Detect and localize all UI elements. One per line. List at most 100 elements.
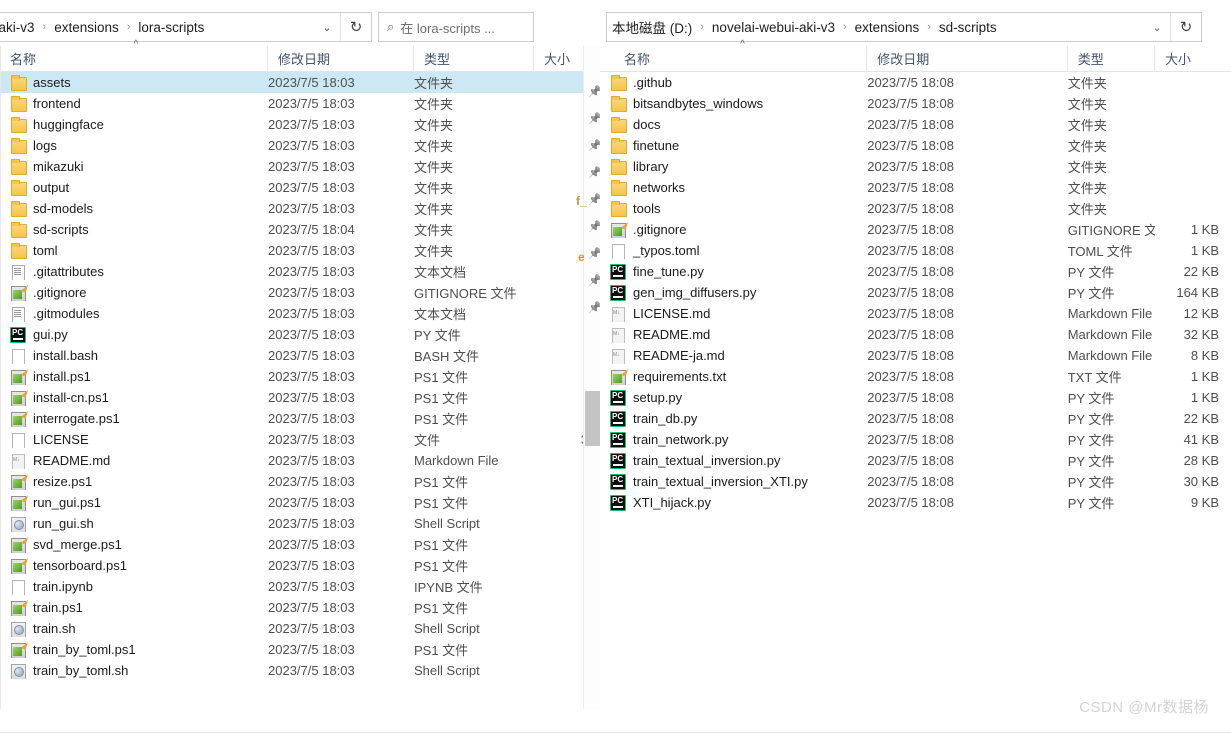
file-row[interactable]: train.sh 2023/7/5 18:03 Shell Script: [0, 618, 600, 639]
file-name-cell[interactable]: M↓ README.md: [0, 453, 268, 469]
file-name-cell[interactable]: networks: [600, 179, 867, 196]
file-name-cell[interactable]: resize.ps1: [0, 473, 268, 490]
file-name-cell[interactable]: .gitmodules: [0, 306, 268, 322]
column-header-date[interactable]: 修改日期: [867, 45, 1068, 72]
file-row[interactable]: interrogate.ps1 2023/7/5 18:03 PS1 文件: [0, 408, 600, 429]
file-name-cell[interactable]: huggingface: [0, 116, 268, 133]
file-name-cell[interactable]: .gitignore: [600, 221, 867, 238]
file-name-cell[interactable]: M↓ README-ja.md: [600, 348, 867, 364]
chevron-down-icon[interactable]: ⌄: [314, 21, 340, 34]
file-name-cell[interactable]: PC train_textual_inversion_XTI.py: [600, 473, 867, 490]
file-row[interactable]: PC gen_img_diffusers.py 2023/7/5 18:08 PY 文…: [600, 282, 1231, 303]
file-name-cell[interactable]: PC train_textual_inversion.py: [600, 452, 867, 469]
file-row[interactable]: networks 2023/7/5 18:08 文件夹: [600, 177, 1231, 198]
file-row[interactable]: PC train_textual_inversion_XTI.py 2023/7/5…: [600, 471, 1231, 492]
file-row[interactable]: install.ps1 2023/7/5 18:03 PS1 文件: [0, 366, 600, 387]
file-row[interactable]: install-cn.ps1 2023/7/5 18:03 PS1 文件: [0, 387, 600, 408]
file-name-cell[interactable]: LICENSE: [0, 432, 268, 448]
file-name-cell[interactable]: finetune: [600, 137, 867, 154]
file-row[interactable]: LICENSE2023/7/5 18:03文件3: [0, 429, 600, 450]
file-row[interactable]: PC gui.py 2023/7/5 18:03 PY 文件: [0, 324, 600, 345]
file-name-cell[interactable]: bitsandbytes_windows: [600, 95, 867, 112]
file-name-cell[interactable]: sd-models: [0, 200, 268, 217]
column-header-name[interactable]: ^ 名称: [0, 39, 268, 72]
file-row[interactable]: sd-models 2023/7/5 18:03 文件夹: [0, 198, 600, 219]
file-row[interactable]: run_gui.sh 2023/7/5 18:03 Shell Script: [0, 513, 600, 534]
file-name-cell[interactable]: run_gui.sh: [0, 516, 268, 532]
file-row[interactable]: library 2023/7/5 18:08 文件夹: [600, 156, 1231, 177]
file-row[interactable]: train.ipynb 2023/7/5 18:03 IPYNB 文件: [0, 576, 600, 597]
file-name-cell[interactable]: svd_merge.ps1: [0, 536, 268, 553]
file-name-cell[interactable]: interrogate.ps1: [0, 410, 268, 427]
file-row[interactable]: PC fine_tune.py 2023/7/5 18:08 PY 文件 22 KB: [600, 261, 1231, 282]
column-header-type[interactable]: 类型: [414, 45, 534, 72]
column-header-type[interactable]: 类型: [1068, 45, 1156, 72]
file-row[interactable]: _typos.toml 2023/7/5 18:08 TOML 文件 1 KB: [600, 240, 1231, 261]
file-row[interactable]: PC train_network.py 2023/7/5 18:08 PY 文件 41 …: [600, 429, 1231, 450]
file-name-cell[interactable]: toml: [0, 242, 268, 259]
file-row[interactable]: M↓ README.md 2023/7/5 18:08 Markdown File 32…: [600, 324, 1231, 345]
file-name-cell[interactable]: requirements.txt: [600, 368, 867, 385]
file-name-cell[interactable]: run_gui.ps1: [0, 494, 268, 511]
file-row[interactable]: .gitattributes 2023/7/5 18:03 文本文档: [0, 261, 600, 282]
refresh-icon[interactable]: ↻: [1171, 13, 1201, 41]
file-row[interactable]: M↓ README.md 2023/7/5 18:03 Markdown File: [0, 450, 600, 471]
file-name-cell[interactable]: .github: [600, 74, 867, 91]
file-row[interactable]: PC setup.py 2023/7/5 18:08 PY 文件 1 KB: [600, 387, 1231, 408]
file-name-cell[interactable]: train_by_toml.sh: [0, 663, 268, 679]
file-name-cell[interactable]: PC gen_img_diffusers.py: [600, 284, 867, 301]
file-row[interactable]: train_by_toml.ps1 2023/7/5 18:03 PS1 文件: [0, 639, 600, 660]
file-name-cell[interactable]: train.sh: [0, 621, 268, 637]
file-name-cell[interactable]: PC train_network.py: [600, 431, 867, 448]
breadcrumb-segment[interactable]: -aki-v3: [0, 20, 40, 35]
file-name-cell[interactable]: tensorboard.ps1: [0, 557, 268, 574]
breadcrumb-segment[interactable]: extensions: [850, 20, 925, 35]
file-row[interactable]: PC XTI_hijack.py 2023/7/5 18:08 PY 文件 9 KB: [600, 492, 1231, 513]
file-name-cell[interactable]: PC XTI_hijack.py: [600, 494, 867, 511]
file-name-cell[interactable]: train_by_toml.ps1: [0, 641, 268, 658]
file-row[interactable]: tensorboard.ps1 2023/7/5 18:03 PS1 文件: [0, 555, 600, 576]
left-search-box[interactable]: ⌕ 在 lora-scripts ...: [378, 12, 534, 42]
right-file-list[interactable]: .github 2023/7/5 18:08 文件夹 bitsandbytes_win…: [600, 72, 1231, 513]
file-row[interactable]: PC train_db.py 2023/7/5 18:08 PY 文件 22 KB: [600, 408, 1231, 429]
file-row[interactable]: requirements.txt 2023/7/5 18:08 TXT 文件 1 KB: [600, 366, 1231, 387]
file-row[interactable]: output 2023/7/5 18:03 文件夹: [0, 177, 600, 198]
file-name-cell[interactable]: output: [0, 179, 268, 196]
file-row[interactable]: resize.ps1 2023/7/5 18:03 PS1 文件: [0, 471, 600, 492]
file-name-cell[interactable]: frontend: [0, 95, 268, 112]
column-header-date[interactable]: 修改日期: [268, 45, 414, 72]
file-row[interactable]: finetune 2023/7/5 18:08 文件夹: [600, 135, 1231, 156]
file-name-cell[interactable]: PC gui.py: [0, 326, 268, 343]
file-row[interactable]: train_by_toml.sh 2023/7/5 18:03 Shell Scri…: [0, 660, 600, 681]
file-row[interactable]: install.bash 2023/7/5 18:03 BASH 文件: [0, 345, 600, 366]
file-name-cell[interactable]: install-cn.ps1: [0, 389, 268, 406]
file-row[interactable]: sd-scripts 2023/7/5 18:04 文件夹: [0, 219, 600, 240]
file-name-cell[interactable]: PC train_db.py: [600, 410, 867, 427]
file-row[interactable]: bitsandbytes_windows 2023/7/5 18:08 文件夹: [600, 93, 1231, 114]
file-name-cell[interactable]: train.ipynb: [0, 579, 268, 595]
breadcrumb-segment[interactable]: lora-scripts: [133, 20, 209, 35]
file-name-cell[interactable]: docs: [600, 116, 867, 133]
file-name-cell[interactable]: install.ps1: [0, 368, 268, 385]
breadcrumb-segment[interactable]: novelai-webui-aki-v3: [707, 20, 840, 35]
file-row[interactable]: tools 2023/7/5 18:08 文件夹: [600, 198, 1231, 219]
file-row[interactable]: assets 2023/7/5 18:03 文件夹: [0, 72, 600, 93]
file-name-cell[interactable]: logs: [0, 137, 268, 154]
file-name-cell[interactable]: library: [600, 158, 867, 175]
file-row[interactable]: .gitignore 2023/7/5 18:03 GITIGNORE 文件: [0, 282, 600, 303]
file-name-cell[interactable]: install.bash: [0, 348, 268, 364]
refresh-icon[interactable]: ↻: [341, 13, 371, 41]
left-address-bar[interactable]: -aki-v3 › extensions › lora-scripts ⌄ ↻: [0, 12, 372, 42]
file-name-cell[interactable]: .gitignore: [0, 284, 268, 301]
chevron-down-icon[interactable]: ⌄: [1144, 21, 1170, 34]
file-name-cell[interactable]: sd-scripts: [0, 221, 268, 238]
file-row[interactable]: huggingface 2023/7/5 18:03 文件夹: [0, 114, 600, 135]
file-name-cell[interactable]: PC fine_tune.py: [600, 263, 867, 280]
file-row[interactable]: run_gui.ps1 2023/7/5 18:03 PS1 文件: [0, 492, 600, 513]
file-name-cell[interactable]: _typos.toml: [600, 243, 867, 259]
file-row[interactable]: train.ps1 2023/7/5 18:03 PS1 文件: [0, 597, 600, 618]
breadcrumb-segment[interactable]: extensions: [49, 20, 124, 35]
file-name-cell[interactable]: mikazuki: [0, 158, 268, 175]
file-row[interactable]: svd_merge.ps1 2023/7/5 18:03 PS1 文件: [0, 534, 600, 555]
file-name-cell[interactable]: assets: [0, 74, 268, 91]
